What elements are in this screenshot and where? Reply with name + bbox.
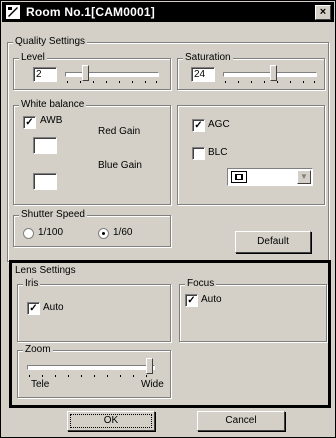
zoom-slider-thumb[interactable] (146, 358, 153, 374)
iris-auto-checkbox[interactable]: ✓ (27, 302, 40, 315)
shutter-speed-group: Shutter Speed (13, 209, 171, 247)
shutter-1-60-radio[interactable] (98, 228, 109, 239)
blc-area-icon (231, 171, 247, 183)
awb-label: AWB (40, 115, 63, 126)
focus-auto-checkbox[interactable]: ✓ (185, 294, 198, 307)
cancel-button[interactable]: Cancel (197, 411, 285, 431)
saturation-label: Saturation (183, 52, 233, 64)
level-slider-thumb[interactable] (82, 65, 89, 81)
iris-group: Iris (17, 278, 171, 342)
shutter-1-60-label: 1/60 (113, 227, 133, 238)
shutter-1-100-radio[interactable] (23, 228, 34, 239)
saturation-slider-thumb[interactable] (269, 65, 277, 81)
level-label: Level (19, 52, 47, 64)
level-slider-ticks (67, 81, 157, 85)
awb-checkbox[interactable]: ✓ (23, 116, 36, 129)
ok-button[interactable]: OK (67, 411, 155, 431)
zoom-slider-track (27, 365, 155, 370)
title-bar[interactable]: Room No.1[CAM0001] × (2, 2, 334, 22)
shutter-speed-label: Shutter Speed (19, 209, 87, 221)
saturation-field[interactable]: 24 (191, 67, 215, 82)
blc-checkbox[interactable] (192, 147, 205, 160)
blc-label: BLC (208, 147, 228, 158)
camera-window-icon (6, 5, 20, 19)
close-icon[interactable]: × (315, 5, 331, 20)
focus-group: Focus (179, 278, 327, 342)
blue-gain-field[interactable] (33, 173, 57, 190)
blue-gain-label: Blue Gain (98, 160, 142, 171)
zoom-wide-label: Wide (141, 379, 164, 390)
level-field[interactable]: 2 (33, 67, 57, 82)
dialog-window: Room No.1[CAM0001] × Quality Settings Le… (0, 0, 336, 438)
red-gain-field[interactable] (33, 137, 57, 154)
saturation-slider-ticks (225, 81, 315, 85)
agc-label: AGC (208, 119, 230, 130)
agc-checkbox[interactable]: ✓ (192, 119, 205, 132)
level-slider-track (65, 72, 159, 77)
shutter-1-100-label: 1/100 (38, 227, 64, 238)
zoom-label: Zoom (23, 344, 53, 356)
lens-settings-label: Lens Settings (15, 265, 76, 276)
focus-auto-label: Auto (201, 294, 222, 305)
white-balance-group: White balance (13, 99, 171, 205)
white-balance-label: White balance (19, 99, 87, 111)
window-title: Room No.1[CAM0001] (26, 5, 155, 19)
zoom-tele-label: Tele (31, 379, 50, 390)
focus-label: Focus (185, 278, 217, 290)
red-gain-label: Red Gain (98, 126, 141, 137)
iris-auto-label: Auto (43, 302, 64, 313)
iris-label: Iris (23, 278, 41, 290)
blc-area-dropdown[interactable]: ▼ (227, 168, 313, 186)
chevron-down-icon[interactable]: ▼ (297, 170, 311, 184)
default-button[interactable]: Default (235, 231, 311, 253)
quality-settings-label: Quality Settings (13, 36, 88, 48)
